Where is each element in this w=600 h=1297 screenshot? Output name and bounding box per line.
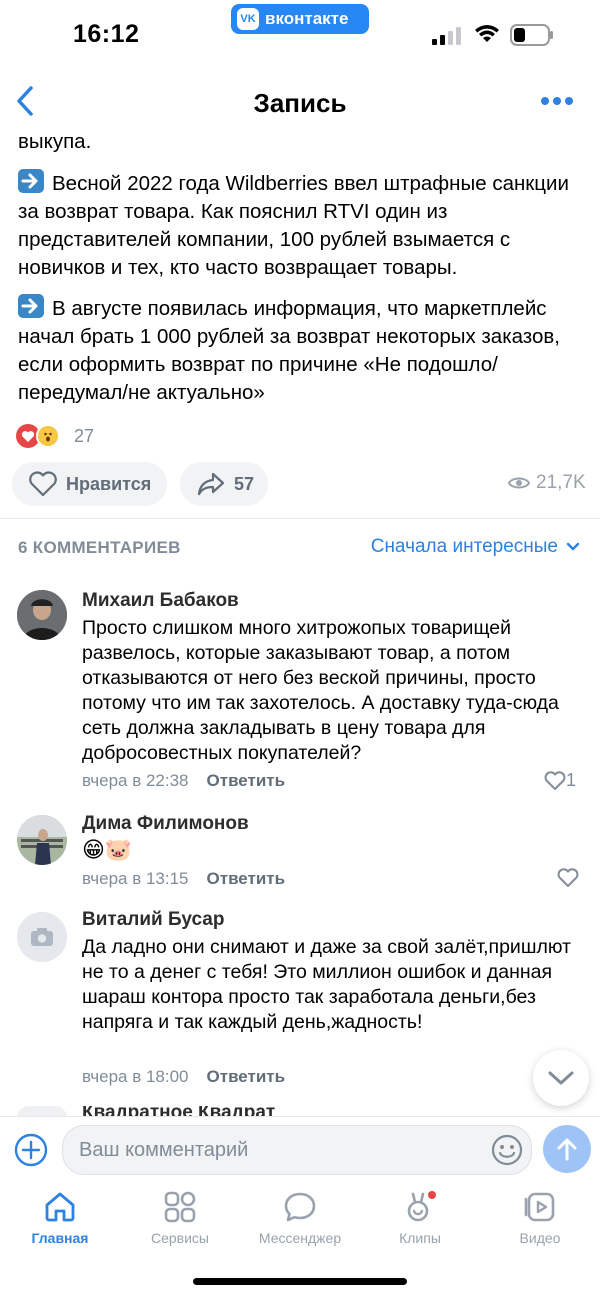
vk-logo-icon: VK [237, 8, 259, 30]
battery-icon [510, 24, 553, 46]
comment-text: 😁🐷 [82, 837, 133, 862]
comment-item: Виталий Бусар Да ладно они снимают и даж… [0, 909, 600, 1099]
reply-button[interactable]: Ответить [207, 1067, 286, 1087]
post-paragraph-tail: выкупа. [18, 128, 584, 154]
reply-button[interactable]: Ответить [207, 771, 286, 791]
reply-button[interactable]: Ответить [207, 869, 286, 889]
comment-meta: вчера в 22:38 Ответить [82, 771, 285, 791]
comment-time: вчера в 13:15 [82, 869, 189, 888]
camera-placeholder-icon [17, 912, 67, 962]
like-button[interactable]: Нравится [12, 462, 167, 506]
arrow-up-icon [557, 1138, 577, 1161]
comment-input[interactable] [79, 1126, 479, 1174]
reactions-summary[interactable]: 27 [16, 423, 94, 449]
messenger-icon [284, 1192, 316, 1222]
send-button[interactable] [543, 1125, 591, 1173]
comment-author[interactable]: Виталий Бусар [82, 909, 224, 931]
tab-label: Видео [519, 1230, 561, 1246]
page-title: Запись [253, 88, 347, 118]
tab-services[interactable]: Сервисы [125, 1190, 235, 1246]
comment-author[interactable]: Михаил Бабаков [82, 590, 239, 612]
status-bar: 16:12 VK вконтакте [0, 0, 600, 70]
heart-outline-icon [29, 471, 57, 497]
tab-home[interactable]: Главная [5, 1190, 115, 1246]
post-action-bar: Нравится 57 21,7K [0, 462, 600, 506]
comments-sort-dropdown[interactable]: Сначала интересные [371, 536, 580, 558]
comment-like-button[interactable]: 1 [544, 770, 576, 791]
home-indicator [193, 1278, 407, 1285]
comment-time: вчера в 22:38 [82, 771, 189, 790]
post-paragraph-text: В августе появилась информация, что марк… [18, 297, 560, 404]
section-divider [0, 518, 600, 526]
tab-clips[interactable]: Клипы [365, 1190, 475, 1246]
comments-count-header: 6 КОММЕНТАРИЕВ [18, 538, 181, 557]
home-icon [45, 1192, 75, 1222]
post-paragraph: В августе появилась информация, что марк… [18, 294, 584, 407]
post-text-fragment: выкупа. [18, 130, 92, 153]
avatar[interactable] [17, 815, 67, 865]
video-icon [524, 1192, 555, 1222]
post-paragraph-text: Весной 2022 года Wildberries ввел штрафн… [18, 172, 569, 279]
comment-text: Да ладно они снимают и даже за свой залё… [82, 936, 571, 1033]
tab-label: Сервисы [150, 1230, 209, 1246]
cellular-signal-icon [432, 27, 461, 45]
tab-video[interactable]: Видео [485, 1190, 595, 1246]
comment-item: Дима Филимонов 😁🐷 вчера в 13:15 Ответить [0, 813, 600, 893]
tab-label: Мессенджер [258, 1230, 342, 1246]
clips-icon [407, 1191, 436, 1222]
app-pill-label: вконтакте [265, 9, 349, 28]
comment-text: Просто слишком много хитрожопых товарище… [82, 617, 559, 764]
comment-like-button[interactable] [557, 868, 579, 888]
avatar[interactable] [17, 590, 67, 640]
nav-header: Запись [0, 70, 600, 132]
services-icon [164, 1191, 196, 1223]
heart-outline-icon [544, 770, 566, 790]
share-count: 57 [234, 473, 255, 494]
return-to-app-pill[interactable]: VK вконтакте [231, 4, 369, 34]
status-time: 16:12 [73, 20, 140, 48]
comment-item: Михаил Бабаков Просто слишком много хитр… [0, 590, 600, 800]
bottom-tab-bar: Главная Сервисы Мессенджер Клипы Видео [0, 1182, 600, 1262]
heart-outline-icon [557, 868, 579, 887]
comment-input-box [62, 1125, 532, 1175]
comment-time: вчера в 18:00 [82, 1067, 189, 1086]
tab-label: Главная [31, 1230, 89, 1246]
chevron-down-icon [566, 542, 580, 551]
post-paragraph: Весной 2022 года Wildberries ввел штрафн… [18, 169, 584, 282]
share-arrow-icon [197, 472, 225, 496]
wifi-icon [475, 25, 499, 42]
views-counter: 21,7K [508, 472, 586, 494]
comment-meta: вчера в 13:15 Ответить [82, 869, 285, 889]
like-button-label: Нравится [66, 473, 152, 494]
comment-like-count: 1 [566, 770, 577, 790]
views-count: 21,7K [536, 472, 586, 493]
more-options-icon[interactable] [540, 96, 574, 106]
wow-reaction-icon [36, 424, 60, 448]
sort-label: Сначала интересные [370, 536, 558, 557]
comment-composer [0, 1116, 600, 1182]
avatar[interactable] [17, 912, 67, 962]
comment-author[interactable]: Дима Филимонов [82, 813, 249, 835]
right-arrow-emoji-icon [18, 294, 44, 318]
scroll-down-button[interactable] [533, 1050, 589, 1106]
tab-label: Клипы [399, 1230, 441, 1246]
emoji-smile-icon[interactable] [491, 1134, 523, 1166]
right-arrow-emoji-icon [18, 169, 44, 193]
share-button[interactable]: 57 [180, 462, 268, 506]
eye-icon [508, 477, 530, 489]
comment-meta: вчера в 18:00 Ответить [82, 1067, 285, 1087]
tab-messenger[interactable]: Мессенджер [245, 1190, 355, 1246]
reactions-count: 27 [74, 425, 95, 446]
add-attachment-icon[interactable] [14, 1133, 48, 1167]
chevron-down-icon [548, 1071, 574, 1085]
